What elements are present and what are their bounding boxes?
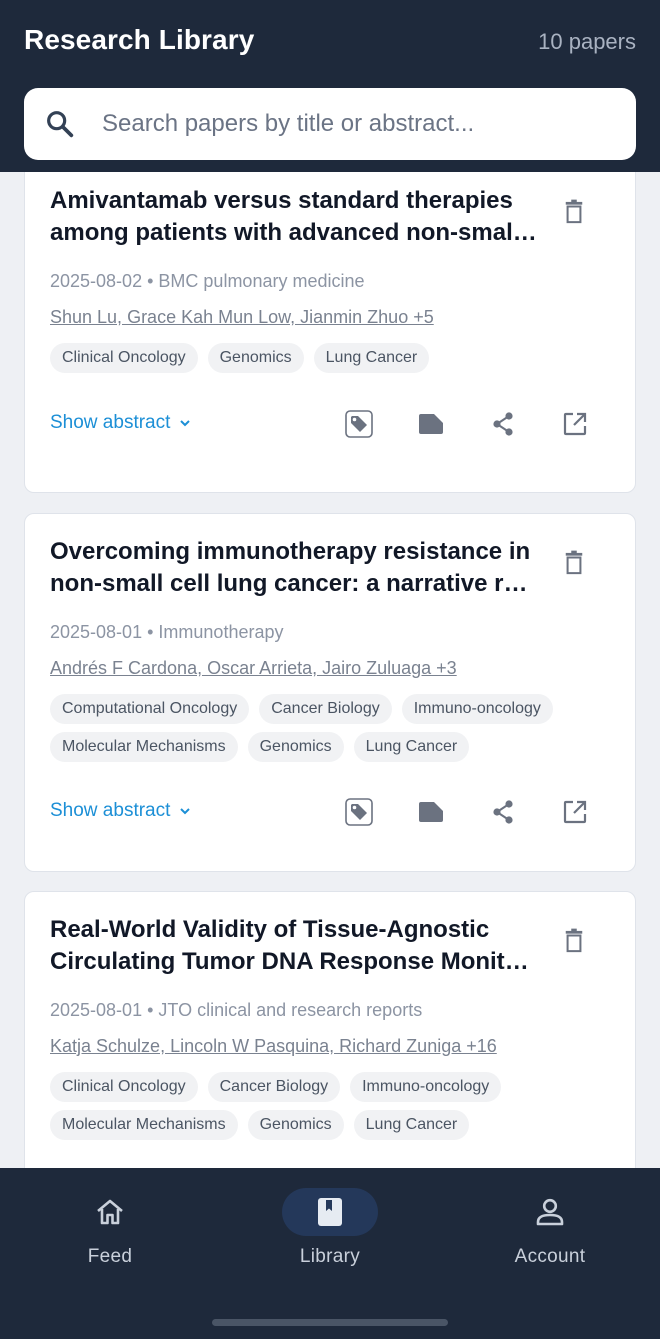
tag-chip[interactable]: Clinical Oncology — [50, 343, 198, 373]
paper-actions — [343, 408, 591, 440]
tag-chip[interactable]: Immuno-oncology — [401, 694, 553, 724]
external-link-icon — [563, 412, 587, 436]
open-external-button[interactable] — [559, 408, 591, 440]
paper-count: 10 papers — [538, 29, 636, 54]
tag-chip[interactable]: Molecular Mechanisms — [50, 1110, 238, 1140]
tag-chip[interactable]: Lung Cancer — [353, 1110, 470, 1140]
share-icon — [493, 800, 513, 824]
paper-meta: 2025-08-01 • Immunotherapy — [50, 622, 284, 642]
open-external-button[interactable] — [559, 796, 591, 828]
home-indicator — [212, 1319, 448, 1326]
tag-chip[interactable]: Genomics — [247, 1110, 344, 1140]
paper-authors[interactable]: Andrés F Cardona, Oscar Arrieta, Jairo Z… — [50, 658, 457, 679]
tag-chip[interactable]: Cancer Biology — [259, 694, 392, 724]
paper-authors[interactable]: Shun Lu, Grace Kah Mun Low, Jianmin Zhuo… — [50, 307, 434, 328]
nav-item-account[interactable]: Account — [470, 1188, 630, 1268]
share-button[interactable] — [487, 408, 519, 440]
paper-card: Real-World Validity of Tissue-Agnostic C… — [24, 891, 636, 1168]
chevron-down-icon — [179, 808, 190, 815]
show-abstract-button[interactable]: Show abstract — [50, 412, 192, 434]
home-icon — [97, 1199, 123, 1225]
tag-list: Clinical Oncology Cancer Biology Immuno-… — [50, 1072, 610, 1140]
person-icon — [536, 1198, 564, 1226]
tag-button[interactable] — [343, 796, 375, 828]
search-icon — [47, 111, 74, 138]
tag-icon — [345, 410, 373, 438]
tag-chip[interactable]: Genomics — [207, 343, 304, 373]
paper-actions — [343, 796, 591, 828]
search-placeholder: Search papers by title or abstract... — [102, 110, 475, 137]
paper-title[interactable]: Amivantamab versus standard therapies am… — [50, 185, 540, 249]
book-icon — [318, 1198, 342, 1226]
share-icon — [493, 412, 513, 436]
folder-button[interactable] — [415, 796, 447, 828]
folder-icon — [419, 802, 443, 822]
tag-chip[interactable]: Clinical Oncology — [50, 1072, 198, 1102]
nav-label: Account — [514, 1246, 586, 1267]
nav-label: Library — [299, 1246, 361, 1267]
paper-meta: 2025-08-01 • JTO clinical and research r… — [50, 1000, 423, 1020]
tag-chip[interactable]: Molecular Mechanisms — [50, 732, 238, 762]
page-title: Research Library — [24, 24, 255, 55]
paper-list[interactable]: Amivantamab versus standard therapies am… — [0, 172, 660, 1168]
paper-title[interactable]: Real-World Validity of Tissue-Agnostic C… — [50, 914, 540, 978]
tag-chip[interactable]: Cancer Biology — [207, 1072, 341, 1102]
paper-title[interactable]: Overcoming immunotherapy resistance in n… — [50, 536, 540, 600]
tag-button[interactable] — [343, 408, 375, 440]
tag-chip[interactable]: Genomics — [247, 732, 344, 762]
tag-chip[interactable]: Lung Cancer — [353, 732, 470, 762]
trash-icon[interactable] — [563, 199, 585, 225]
folder-button[interactable] — [415, 408, 447, 440]
tag-chip[interactable]: Computational Oncology — [50, 694, 250, 724]
folder-icon — [419, 414, 443, 434]
external-link-icon — [563, 800, 587, 824]
nav-item-feed[interactable]: Feed — [30, 1188, 190, 1268]
trash-icon[interactable] — [563, 928, 585, 954]
paper-card: Amivantamab versus standard therapies am… — [24, 172, 636, 493]
tag-list: Clinical Oncology Genomics Lung Cancer — [50, 343, 610, 373]
app-header: Research Library 10 papers Search papers… — [0, 0, 660, 172]
bottom-navigation: Feed Library Account — [0, 1168, 660, 1339]
nav-label: Feed — [87, 1246, 133, 1267]
paper-authors[interactable]: Katja Schulze, Lincoln W Pasquina, Richa… — [50, 1036, 497, 1057]
chevron-down-icon — [179, 420, 190, 427]
tag-icon — [345, 798, 373, 826]
paper-card: Overcoming immunotherapy resistance in n… — [24, 513, 636, 872]
nav-item-library[interactable]: Library — [250, 1188, 410, 1268]
share-button[interactable] — [487, 796, 519, 828]
trash-icon[interactable] — [563, 550, 585, 576]
search-input[interactable]: Search papers by title or abstract... — [24, 88, 636, 160]
paper-meta: 2025-08-02 • BMC pulmonary medicine — [50, 271, 365, 291]
tag-chip[interactable]: Lung Cancer — [313, 343, 430, 373]
tag-chip[interactable]: Immuno-oncology — [350, 1072, 502, 1102]
tag-list: Computational Oncology Cancer Biology Im… — [50, 694, 610, 762]
show-abstract-button[interactable]: Show abstract — [50, 800, 192, 822]
